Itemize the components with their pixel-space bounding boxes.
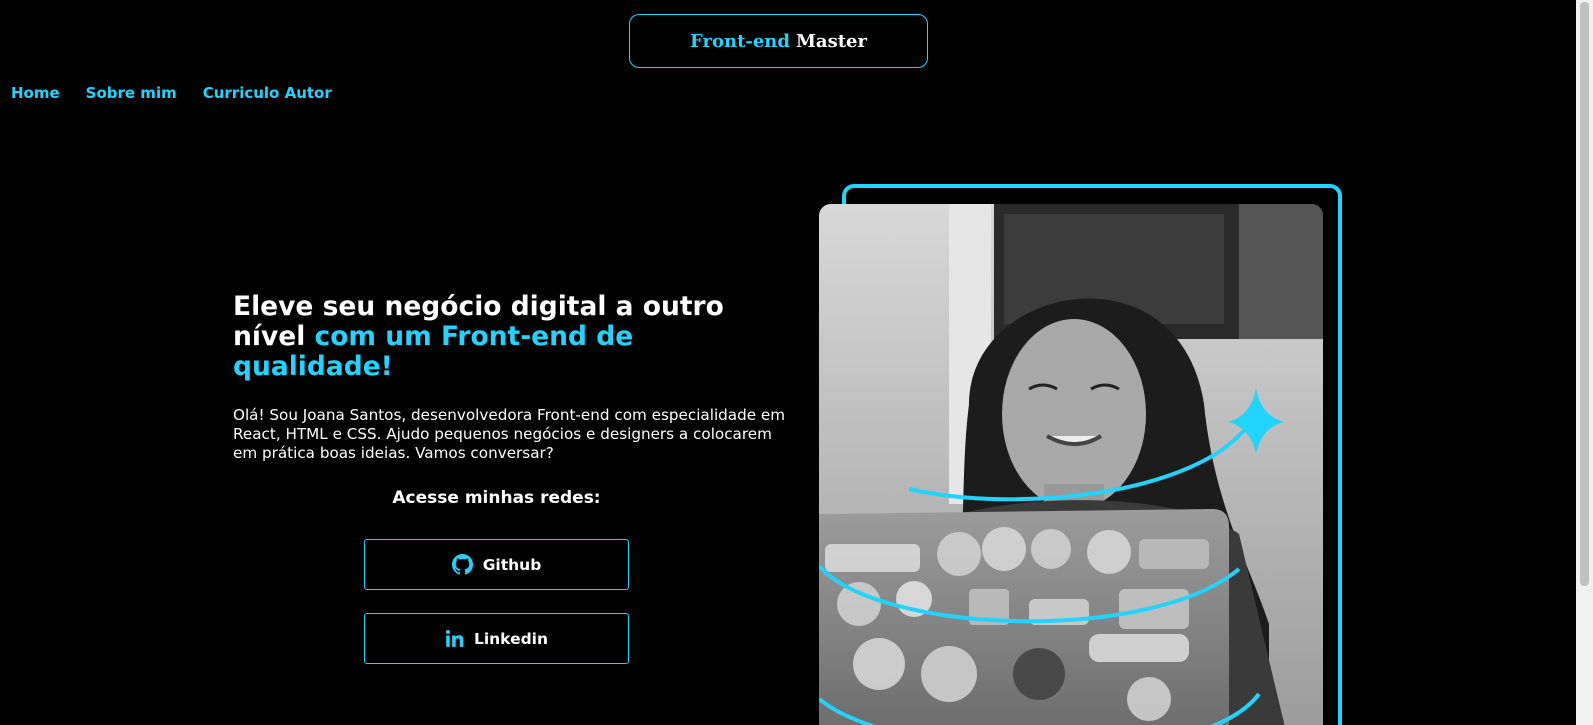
linkedin-label: Linkedin: [473, 629, 549, 648]
page-scrollbar[interactable]: [1576, 0, 1593, 725]
github-button[interactable]: Github: [364, 539, 629, 590]
page: Front-end Master Home Sobre mim Curricul…: [0, 0, 1593, 725]
profile-photo: [819, 204, 1323, 725]
nav-home-link[interactable]: Home: [11, 84, 60, 102]
linkedin-button[interactable]: Linkedin: [364, 613, 629, 664]
socials-title: Acesse minhas redes:: [392, 488, 601, 508]
site-logo[interactable]: Front-end Master: [629, 14, 928, 68]
hero-description: Olá! Sou Joana Santos, desenvolvedora Fr…: [233, 406, 786, 462]
logo-main-text: Master: [795, 30, 867, 52]
nav-curriculo-autor-link[interactable]: Curriculo Autor: [203, 84, 332, 102]
github-icon: [451, 554, 473, 575]
nav-sobre-mim-link[interactable]: Sobre mim: [86, 84, 177, 102]
scrollbar-thumb[interactable]: [1580, 2, 1589, 586]
logo-accent-text: Front-end: [690, 30, 790, 52]
main-nav: Home Sobre mim Curriculo Autor: [11, 84, 332, 102]
hero-title: Eleve seu negócio digital a outro nível …: [233, 292, 793, 382]
linkedin-icon: [445, 629, 464, 648]
github-label: Github: [482, 555, 542, 574]
